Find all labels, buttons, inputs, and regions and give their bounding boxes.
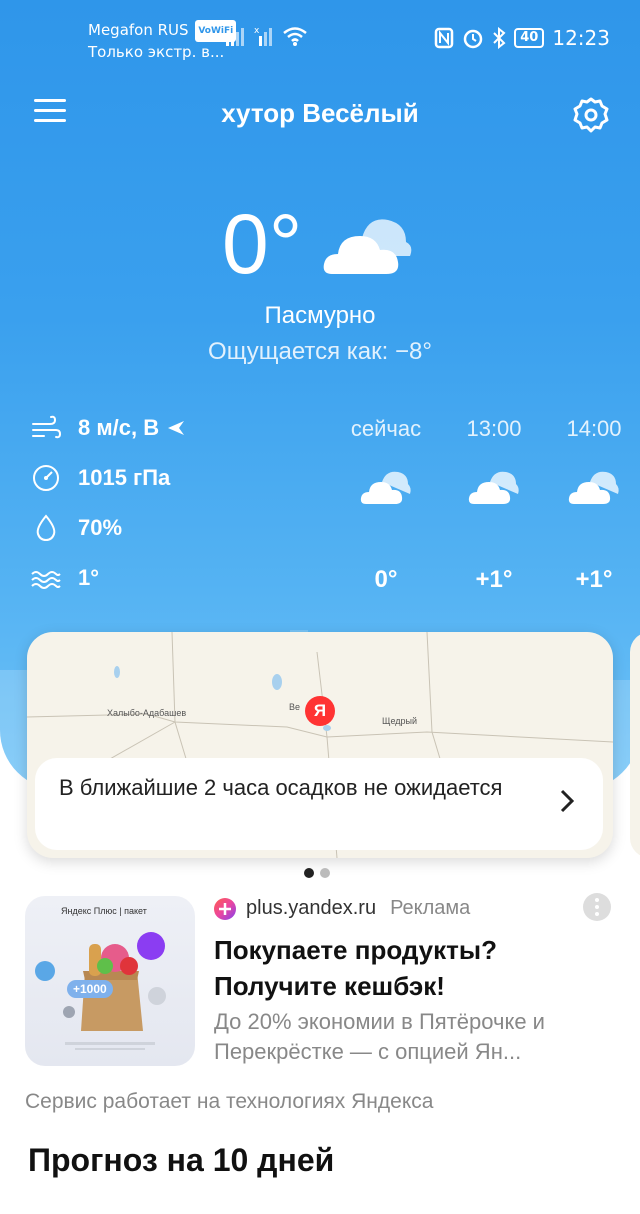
status-right: 40 12:23 bbox=[434, 26, 610, 50]
status-bar: Megafon RUS VoWiFi Только экстр. в... x … bbox=[0, 0, 640, 80]
current-temperature: 0° bbox=[222, 197, 303, 291]
hourly-item[interactable]: 14:00 +1° bbox=[539, 416, 640, 596]
hour-time: сейчас bbox=[350, 416, 422, 441]
emergency-text: Только экстр. в... bbox=[88, 43, 225, 61]
condition-text: Пасмурно bbox=[264, 302, 376, 329]
map-label: Ве bbox=[289, 702, 301, 712]
signal-icon-2: x bbox=[254, 26, 272, 46]
humidity-icon bbox=[36, 514, 56, 542]
hourly-item[interactable]: 13:00 +1° bbox=[439, 416, 549, 596]
bluetooth-icon bbox=[493, 27, 506, 49]
map-label: Халыбо-Адабашев bbox=[107, 708, 187, 718]
location-pin[interactable]: Я bbox=[305, 696, 335, 726]
ad-description[interactable]: До 20% экономии в Пятёрочке и Перекрёстк… bbox=[214, 1007, 614, 1067]
carrier-info: Megafon RUS VoWiFi Только экстр. в... bbox=[88, 20, 237, 62]
gear-icon[interactable] bbox=[572, 96, 610, 134]
hour-temp: +1° bbox=[475, 566, 513, 593]
hour-temp: +1° bbox=[575, 566, 613, 593]
hour-time: 13:00 bbox=[466, 416, 522, 441]
humidity-detail: 70% bbox=[30, 512, 122, 544]
cloud-icon bbox=[323, 219, 412, 274]
pressure-detail: 1015 гПа bbox=[30, 462, 170, 494]
wind-direction-icon bbox=[168, 421, 185, 435]
service-note: Сервис работает на технологиях Яндекса bbox=[25, 1090, 434, 1113]
yandex-plus-icon bbox=[214, 897, 236, 920]
pressure-value: 1015 гПа bbox=[78, 465, 171, 490]
nfc-icon bbox=[435, 27, 454, 49]
cloud-icon bbox=[360, 471, 411, 504]
alarm-icon bbox=[464, 29, 483, 49]
next-card-peek[interactable] bbox=[630, 632, 640, 858]
wind-icon bbox=[32, 415, 62, 439]
svg-text:x: x bbox=[254, 26, 260, 36]
forecast-heading: Прогноз на 10 дней bbox=[28, 1142, 335, 1178]
ad-domain: plus.yandex.ru bbox=[246, 897, 377, 919]
ad-image[interactable]: Яндекс Плюс | пакет +1000 bbox=[25, 896, 195, 1066]
water-value: 1° bbox=[78, 565, 100, 590]
ad-source[interactable]: plus.yandex.ru Реклама bbox=[214, 897, 470, 920]
wifi-icon bbox=[283, 27, 307, 46]
hour-temp: 0° bbox=[374, 566, 398, 593]
precipitation-banner[interactable]: В ближайшие 2 часа осадков не ожидается bbox=[35, 758, 603, 850]
water-temp-icon bbox=[31, 571, 61, 589]
wind-detail: 8 м/с, В bbox=[30, 412, 185, 444]
carousel-dot bbox=[320, 868, 330, 878]
carousel-dots bbox=[304, 868, 330, 878]
ad-image-badge: +1000 bbox=[67, 980, 113, 998]
battery-indicator: 40 bbox=[514, 28, 545, 48]
signal-icons: x bbox=[226, 26, 308, 46]
pressure-icon bbox=[33, 465, 59, 491]
precipitation-text: В ближайшие 2 часа осадков не ожидается bbox=[59, 775, 503, 800]
map-label: Щедрый bbox=[382, 716, 417, 726]
clock: 12:23 bbox=[552, 26, 610, 50]
carrier-name: Megafon RUS bbox=[88, 21, 189, 39]
hour-time: 14:00 bbox=[566, 416, 622, 441]
wind-value: 8 м/с, В bbox=[78, 415, 160, 440]
location-title[interactable]: хутор Весёлый bbox=[0, 98, 640, 129]
humidity-value: 70% bbox=[78, 515, 123, 540]
water-detail: 1° bbox=[30, 562, 99, 594]
ad-title[interactable]: Покупаете продукты? Получите кешбэк! bbox=[214, 932, 614, 1004]
ad-label: Реклама bbox=[390, 897, 471, 919]
chevron-right-icon bbox=[560, 789, 575, 813]
cloud-icon bbox=[568, 471, 619, 504]
grocery-bag-illustration bbox=[35, 932, 166, 1050]
signal-icon bbox=[226, 28, 244, 46]
carousel-dot-active bbox=[304, 868, 314, 878]
more-options-icon[interactable] bbox=[583, 893, 611, 921]
cloud-icon bbox=[468, 471, 519, 504]
feels-like-text: Ощущается как: −8° bbox=[208, 338, 432, 365]
precipitation-map-card[interactable]: Халыбо-Адабашев Ве Щедрый Я В ближайшие … bbox=[27, 632, 613, 858]
hourly-item[interactable]: сейчас 0° bbox=[331, 416, 441, 596]
